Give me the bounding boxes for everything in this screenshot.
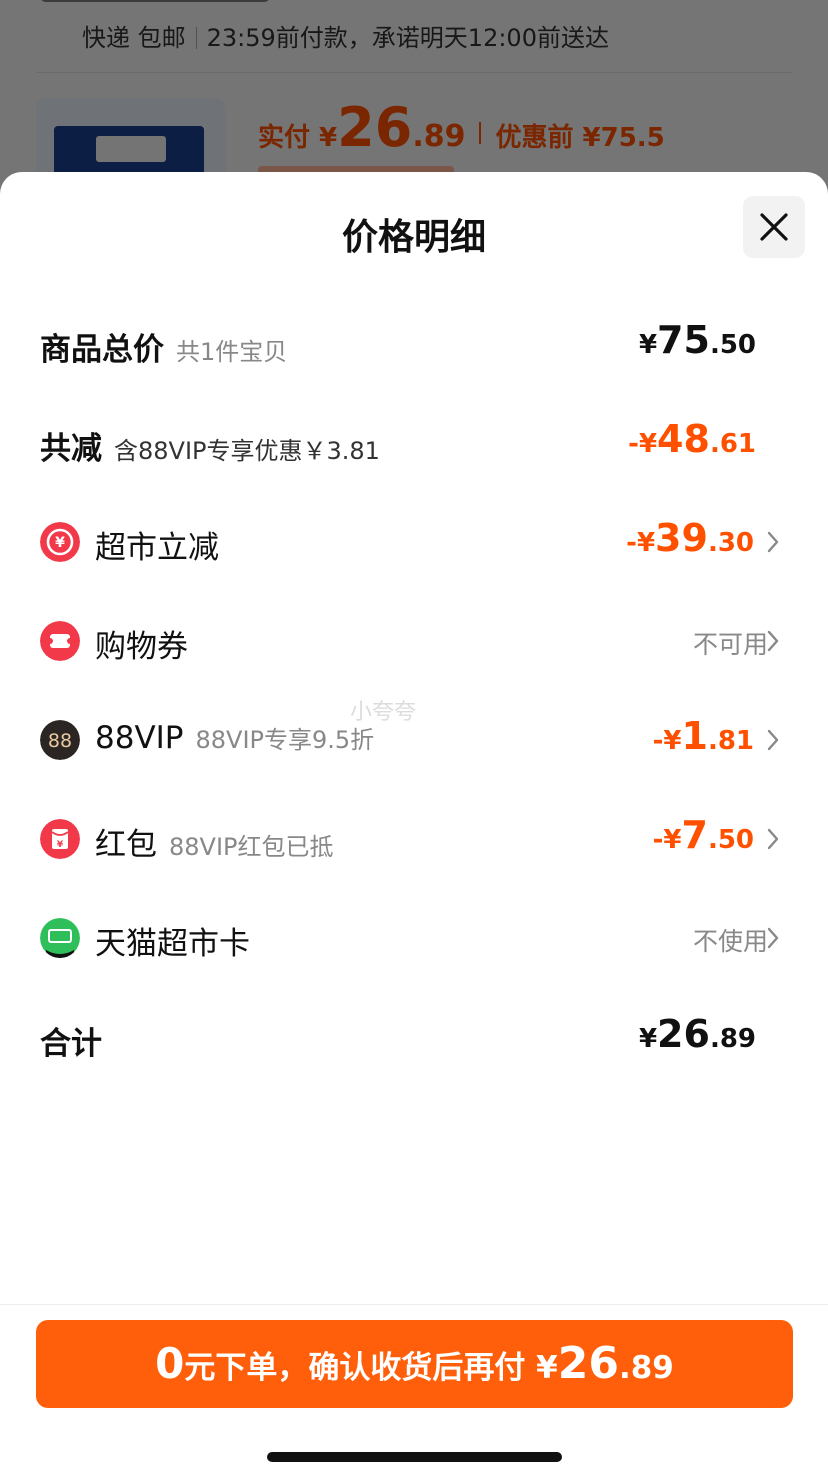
row-label: 商品总价 — [40, 332, 164, 368]
close-button[interactable] — [743, 196, 805, 258]
truncated-header-text — [40, 0, 270, 2]
row-label: 共减 — [40, 431, 102, 467]
row-label: 购物券 — [95, 629, 188, 665]
chevron-right-icon — [767, 927, 779, 949]
supermarket-discount-amount: -¥39.30 — [626, 516, 754, 560]
total-discount-amount: -¥48.61 — [628, 417, 756, 461]
row-sub: 共1件宝贝 — [176, 338, 288, 366]
delivery-promise: 23:59前付款，承诺明天12:00前送达 — [206, 24, 609, 52]
shipping-method: 快递 包邮 — [82, 24, 186, 52]
tmall-card-status: 不使用 — [692, 927, 768, 956]
divider — [0, 1304, 828, 1305]
sheet-title: 价格明细 — [341, 217, 486, 258]
red-envelope-icon: ¥ — [40, 819, 80, 859]
paid-int: 26 — [337, 96, 413, 159]
close-icon — [760, 213, 788, 241]
chevron-right-icon — [767, 828, 779, 850]
red-packet-amount: -¥7.50 — [652, 813, 754, 857]
paid-dec: .89 — [412, 119, 466, 154]
row-red-packet[interactable]: ¥ 红包 88VIP红包已抵 -¥7.50 — [0, 809, 828, 869]
row-label: 88VIP — [95, 720, 184, 756]
row-goods-total: 商品总价 共1件宝贝 ¥75.50 — [0, 314, 828, 374]
price-detail-sheet: 价格明细 商品总价 共1件宝贝 ¥75.50 共减 含88VIP专享优惠￥3.81 … — [0, 172, 828, 1480]
tmall-supermarket-icon — [40, 918, 80, 958]
paid-price: 实付 ¥26.89 优惠前 ¥75.5 — [258, 96, 665, 159]
svg-text:¥: ¥ — [55, 535, 65, 551]
chevron-right-icon — [767, 531, 779, 553]
vip-discount-amount: -¥1.81 — [652, 714, 754, 758]
row-supermarket-discount[interactable]: ¥ 超市立减 -¥39.30 — [0, 512, 828, 572]
coupon-status: 不可用 — [692, 630, 768, 659]
row-label: 超市立减 — [95, 530, 219, 566]
watermark: 小夸夸 — [350, 700, 417, 725]
row-sub: 含88VIP专享优惠￥3.81 — [114, 437, 380, 465]
chevron-right-icon — [767, 630, 779, 652]
home-indicator[interactable] — [267, 1452, 562, 1462]
88-badge-icon: 88 — [40, 720, 80, 760]
row-label: 天猫超市卡 — [95, 926, 250, 962]
goods-total-amount: ¥75.50 — [638, 318, 756, 362]
row-tmall-card[interactable]: 天猫超市卡 不使用 — [0, 908, 828, 968]
svg-text:¥: ¥ — [57, 840, 64, 850]
row-total-discount: 共减 含88VIP专享优惠￥3.81 -¥48.61 — [0, 413, 828, 473]
row-sub: 88VIP红包已抵 — [169, 833, 334, 861]
ticket-icon — [40, 621, 80, 661]
chevron-right-icon — [767, 729, 779, 751]
before-discount-price: 优惠前 ¥75.5 — [495, 123, 665, 153]
divider — [36, 72, 792, 73]
shipping-info: 快递 包邮 23:59前付款，承诺明天12:00前送达 — [82, 18, 609, 53]
row-label: 红包 — [95, 827, 157, 863]
row-label: 合计 — [40, 1026, 102, 1062]
row-sub: 88VIP专享9.5折 — [195, 726, 375, 754]
place-order-button[interactable]: 0元下单，确认收货后再付 ¥26.89 — [36, 1320, 793, 1408]
yen-circle-icon: ¥ — [40, 522, 80, 562]
row-coupon[interactable]: 购物券 不可用 — [0, 611, 828, 671]
order-page-background: 快递 包邮 23:59前付款，承诺明天12:00前送达 实付 ¥26.89 优惠前 … — [0, 0, 828, 200]
grand-total-amount: ¥26.89 — [638, 1012, 756, 1056]
paid-label: 实付 ¥ — [258, 123, 338, 153]
row-grand-total: 合计 ¥26.89 — [0, 1008, 828, 1068]
svg-text:88: 88 — [48, 730, 72, 752]
